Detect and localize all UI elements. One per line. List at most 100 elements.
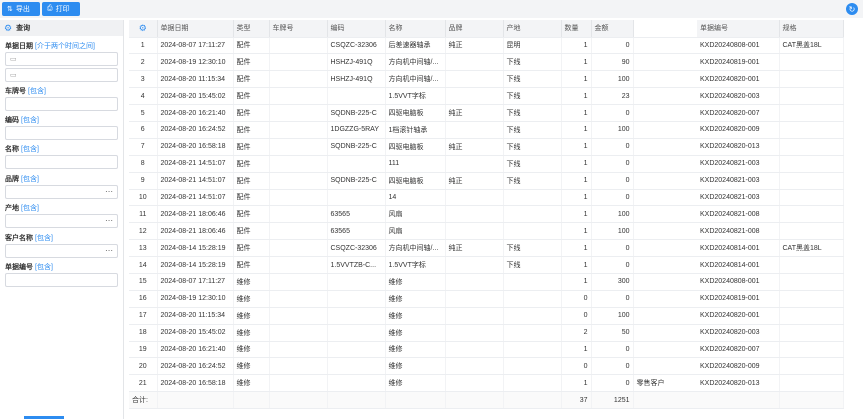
table-cell: 100 <box>591 307 634 325</box>
column-header[interactable]: 品牌 <box>445 20 504 38</box>
table-cell: 配件 <box>233 155 270 173</box>
table-cell: 风扇 <box>385 222 446 241</box>
origin-filter-hint[interactable]: [包含] <box>21 205 39 212</box>
column-settings-button[interactable]: ⚙ <box>129 20 158 38</box>
table-row[interactable]: 12 2024-08-21 18:06:46 配件 63565 风扇 1 100 KXD202… <box>129 222 844 241</box>
table-row[interactable]: 3 2024-08-20 11:15:34 配件 HSHZJ-491Q 方向机中间轴/.… <box>129 70 844 89</box>
export-label: 导出 <box>15 6 30 13</box>
table-cell: 维修 <box>385 290 446 308</box>
toolbar: ⇅ 导出 ⎙ 打印 ↻ <box>0 0 863 18</box>
date-start-field[interactable]: ▭ <box>5 52 118 66</box>
table-cell: 配件 <box>233 222 270 241</box>
table-cell: 1 <box>561 374 592 393</box>
table-cell <box>445 53 504 72</box>
column-header[interactable]: 产地 <box>503 20 562 38</box>
table-cell <box>445 290 504 308</box>
date-end-field[interactable]: ▭ <box>5 68 118 82</box>
table-cell: 0 <box>591 256 634 274</box>
origin-field[interactable]: ⋯ <box>5 214 118 228</box>
table-row[interactable]: 9 2024-08-21 14:51:07 配件 SQDNB-225-C 四驱电脑板 纯正… <box>129 172 844 190</box>
customer-field[interactable]: ⋯ <box>5 244 118 258</box>
table-cell: 21 <box>129 374 158 393</box>
table-cell <box>503 341 562 359</box>
table-row[interactable]: 7 2024-08-20 16:58:18 配件 SQDNB-225-C 四驱电脑板 纯正… <box>129 138 844 156</box>
table-cell: 配件 <box>233 256 270 274</box>
column-header[interactable]: 单据编号 <box>697 20 780 38</box>
table-row[interactable]: 19 2024-08-20 16:21:40 维修 维修 1 0 KXD20240820-0… <box>129 341 844 359</box>
code-filter-hint[interactable]: [包含] <box>21 117 39 124</box>
table-row[interactable]: 14 2024-08-14 15:28:19 配件 1.5VVTZB-C... 1.5V… <box>129 256 844 274</box>
print-label: 打印 <box>55 6 70 13</box>
total-cell <box>503 391 562 410</box>
table-cell: 维修 <box>233 290 270 308</box>
table-row[interactable]: 4 2024-08-20 15:45:02 配件 1.5VVT字标 下线 1 23 KXD20… <box>129 87 844 106</box>
column-header[interactable]: 规格 <box>779 20 844 38</box>
table-row[interactable]: 1 2024-08-07 17:11:27 配件 CSQZC-32306 后差速器轴承纯… <box>129 37 844 55</box>
table-cell: KXD20240814-001 <box>697 239 780 258</box>
table-cell: 2024-08-19 12:30:10 <box>157 53 234 72</box>
refresh-button[interactable]: ↻ <box>846 3 858 15</box>
table-cell: 9 <box>129 172 158 190</box>
table-row[interactable]: 16 2024-08-19 12:30:10 维修 维修 0 0 KXD20240819-0… <box>129 290 844 308</box>
plate-field[interactable] <box>5 97 118 111</box>
total-cell <box>269 391 328 410</box>
date-filter-hint[interactable]: [介于两个时间之间] <box>35 43 95 50</box>
table-row[interactable]: 18 2024-08-20 15:45:02 维修 维修 2 50 KXD20240820-… <box>129 324 844 342</box>
column-header[interactable]: 单据日期 <box>157 20 234 38</box>
export-button[interactable]: ⇅ 导出 <box>2 2 40 16</box>
table-cell: 维修 <box>233 357 270 376</box>
more-icon[interactable]: ⋯ <box>105 187 113 196</box>
table-row[interactable]: 2 2024-08-19 12:30:10 配件 HSHZJ-491Q 方向机中间轴/.… <box>129 53 844 72</box>
column-header[interactable]: 名称 <box>385 20 446 38</box>
table-row[interactable]: 17 2024-08-20 11:15:34 维修 维修 0 100 KXD20240820… <box>129 307 844 325</box>
table-row[interactable]: 6 2024-08-20 16:24:52 配件 1DGZZG-5RAY 1档滚针轴承 下… <box>129 121 844 139</box>
code-field[interactable] <box>5 126 118 140</box>
table-cell: 1 <box>561 104 592 122</box>
table-cell: CSQZC-32306 <box>327 239 386 258</box>
column-header[interactable]: 类型 <box>233 20 270 38</box>
plate-filter-hint[interactable]: [包含] <box>28 88 46 95</box>
table-row[interactable]: 13 2024-08-14 15:28:19 配件 CSQZC-32306 方向机中间轴… <box>129 239 844 258</box>
table-cell: 7 <box>129 138 158 156</box>
table-row[interactable]: 11 2024-08-21 18:06:46 配件 63565 风扇 1 100 KXD202… <box>129 205 844 224</box>
table-cell <box>269 239 328 258</box>
docno-filter-hint[interactable]: [包含] <box>35 264 53 271</box>
table-cell: 维修 <box>385 273 446 291</box>
table-cell: 1 <box>561 189 592 207</box>
table-row[interactable]: 8 2024-08-21 14:51:07 配件 111 下线 1 0 KXD20240821… <box>129 155 844 173</box>
table-row[interactable]: 15 2024-08-07 17:11:27 维修 维修 1 300 KXD20240808… <box>129 273 844 291</box>
table-cell: 2024-08-20 16:58:18 <box>157 374 234 393</box>
table-cell: 2024-08-20 16:24:52 <box>157 121 234 139</box>
table-row[interactable]: 10 2024-08-21 14:51:07 配件 14 1 0 KXD20240821-0… <box>129 189 844 207</box>
brand-filter-hint[interactable]: [包含] <box>21 176 39 183</box>
origin-filter-label: 产地 [包含] <box>5 205 39 212</box>
total-cell <box>327 391 386 410</box>
table-cell <box>269 104 328 122</box>
table-cell <box>633 87 697 106</box>
customer-filter-hint[interactable]: [包含] <box>35 235 53 242</box>
table-cell <box>445 70 504 89</box>
table-cell: 纯正 <box>445 37 504 55</box>
name-field[interactable] <box>5 155 118 169</box>
brand-field[interactable]: ⋯ <box>5 185 118 199</box>
table-cell <box>779 70 844 89</box>
gear-icon[interactable]: ⚙ <box>4 23 12 34</box>
print-button[interactable]: ⎙ 打印 <box>42 2 80 16</box>
column-header[interactable]: 数量 <box>561 20 592 38</box>
column-header[interactable]: 车牌号 <box>269 20 328 38</box>
table-row[interactable]: 21 2024-08-20 16:58:18 维修 维修 1 0 零售客户 KXD202408… <box>129 374 844 393</box>
table-row[interactable]: 20 2024-08-20 16:24:52 维修 维修 0 0 KXD20240820-0… <box>129 357 844 376</box>
table-cell: 纯正 <box>445 104 504 122</box>
column-header[interactable]: 金额 <box>591 20 634 38</box>
name-filter-hint[interactable]: [包含] <box>21 146 39 153</box>
table-cell <box>779 256 844 274</box>
table-cell: 1 <box>561 273 592 291</box>
table-row[interactable]: 5 2024-08-20 16:21:40 配件 SQDNB-225-C 四驱电脑板 纯正… <box>129 104 844 122</box>
table-cell <box>445 205 504 224</box>
docno-field[interactable] <box>5 273 118 287</box>
table-cell: 0 <box>591 172 634 190</box>
table-cell <box>779 53 844 72</box>
more-icon[interactable]: ⋯ <box>105 216 113 225</box>
column-header[interactable]: 编码 <box>327 20 386 38</box>
more-icon[interactable]: ⋯ <box>105 246 113 255</box>
